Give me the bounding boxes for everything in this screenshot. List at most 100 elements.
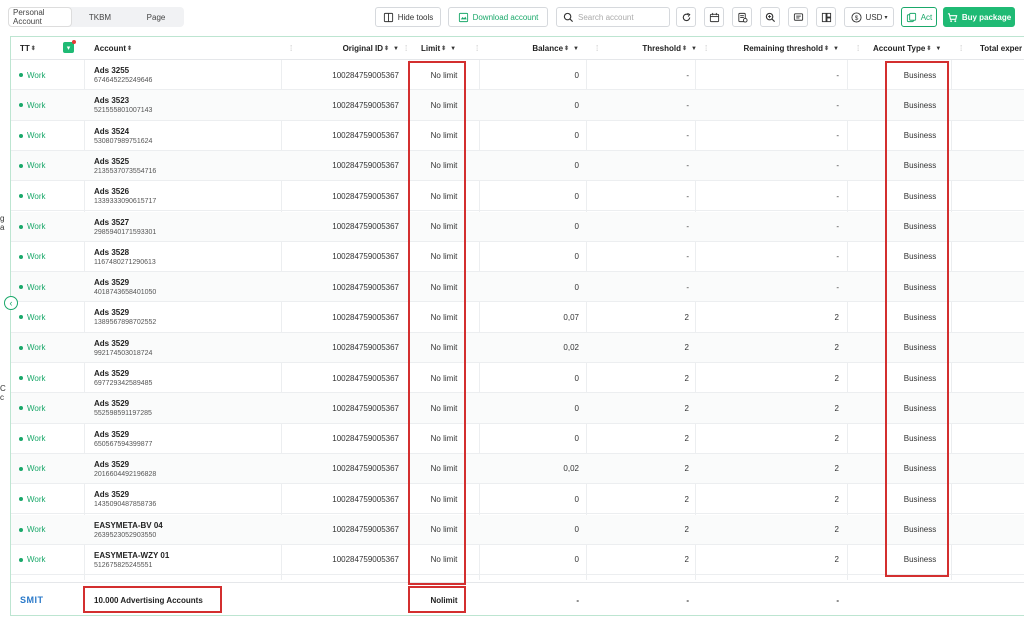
- account-cell[interactable]: Ads 3523 521555801007143: [94, 90, 152, 120]
- tab-personal-account[interactable]: Personal Account: [8, 7, 72, 27]
- table-row[interactable]: Work Ads 3524 530807989751624 1002847590…: [11, 121, 1024, 151]
- status-dot-icon: [19, 345, 23, 350]
- message-icon: [793, 12, 803, 21]
- column-resize-handle[interactable]: ⁞: [476, 44, 480, 53]
- table-row[interactable]: Work Ads 3529 992174503018724 1002847590…: [11, 332, 1024, 363]
- message-button[interactable]: [788, 7, 808, 27]
- account-cell[interactable]: EASYMETA-WZY 01 512675825245551: [94, 545, 169, 575]
- table-row[interactable]: Work Ads 3529 697729342589485 1002847590…: [11, 363, 1024, 394]
- account-cell[interactable]: Ads 3529 650567594399877: [94, 424, 152, 454]
- zoom-button[interactable]: [760, 7, 780, 27]
- table-row[interactable]: Work Ads 3527 2985940171593301 100284759…: [11, 211, 1024, 242]
- table-row[interactable]: Work Ads 3529 650567594399877 1002847590…: [11, 424, 1024, 454]
- limit-value: No limit: [430, 100, 458, 110]
- report-button[interactable]: [732, 7, 752, 27]
- account-cell[interactable]: Ads 3528 1167480271290613: [94, 242, 156, 272]
- col-tt[interactable]: TT ⬍: [20, 37, 36, 60]
- table-row[interactable]: Work Ads 3255 674645225249646 1002847590…: [11, 60, 1024, 91]
- act-label: Act: [920, 12, 933, 22]
- col-account[interactable]: Account ⬍: [94, 37, 132, 60]
- col-remaining-threshold[interactable]: Remaining threshold ⬍ ▼: [716, 37, 839, 60]
- col-threshold[interactable]: Threshold ⬍ ▼: [611, 37, 697, 60]
- copy-icon: [906, 12, 916, 22]
- table-row[interactable]: Work Ads 3529 4018743658401050 100284759…: [11, 272, 1024, 303]
- table-row[interactable]: Work EASYMETA-BV 04 2639523052903550 100…: [11, 514, 1024, 545]
- original-id: 100284759005367: [332, 312, 399, 322]
- col-original-id[interactable]: Original ID ⬍ ▼: [301, 37, 399, 60]
- calendar-button[interactable]: [704, 7, 724, 27]
- sidebar-fragment-1: g a: [0, 214, 5, 232]
- filter-badge-icon[interactable]: ▾: [63, 40, 76, 53]
- remaining-threshold-value: 2: [834, 494, 839, 504]
- original-id: 100284759005367: [332, 252, 399, 262]
- view-tabs: Personal Account TKBM Page: [8, 7, 184, 27]
- account-cell[interactable]: Ads 3529 697729342589485: [94, 363, 152, 393]
- account-cell[interactable]: Ads 3529 1435090487858736: [94, 484, 156, 514]
- calendar-icon: [709, 12, 719, 22]
- tab-page[interactable]: Page: [128, 7, 184, 27]
- account-cell[interactable]: Ads 3529 1389567898702552: [94, 302, 156, 332]
- sort-icon: ⬍: [682, 46, 688, 52]
- threshold-value: -: [686, 70, 689, 80]
- limit-value: No limit: [430, 131, 458, 141]
- status-dot-icon: [19, 254, 23, 259]
- account-type-value: Business: [903, 494, 937, 504]
- table-row[interactable]: Work Ads 3526 1339333090615717 100284759…: [11, 181, 1024, 212]
- search-input[interactable]: [578, 12, 668, 22]
- col-account-type[interactable]: Account Type ⬍ ▼: [873, 37, 941, 60]
- original-id: 100284759005367: [332, 161, 399, 171]
- hide-tools-button[interactable]: Hide tools: [375, 7, 441, 27]
- col-original-id-label: Original ID: [342, 44, 384, 53]
- column-resize-handle[interactable]: ⁞: [596, 44, 600, 53]
- download-account-button[interactable]: Download account: [448, 7, 548, 27]
- col-total-spend[interactable]: Total exper: [980, 37, 1022, 60]
- col-balance[interactable]: Balance ⬍ ▼: [491, 37, 579, 60]
- column-resize-handle[interactable]: ⁞: [405, 44, 409, 53]
- account-cell[interactable]: Ads 3529 2016604492196828: [94, 454, 156, 484]
- account-id: 1339333090615717: [94, 198, 157, 206]
- table-row[interactable]: Work Ads 3529 1389567898702552 100284759…: [11, 302, 1024, 333]
- account-cell[interactable]: Ads 3529 992174503018724: [94, 333, 152, 363]
- collapse-sidebar-button[interactable]: ‹: [4, 296, 18, 310]
- account-cell[interactable]: Ads 3527 2985940171593301: [94, 212, 156, 242]
- account-name: Ads 3529: [94, 459, 130, 469]
- table-row[interactable]: Work Ads 3525 2135537073554716 100284759…: [11, 150, 1024, 182]
- account-cell[interactable]: Ads 3255 674645225249646: [94, 60, 152, 90]
- chevron-down-icon: ▼: [573, 45, 579, 52]
- currency-select[interactable]: $ USD ▾: [844, 7, 894, 27]
- layout-button[interactable]: [816, 7, 836, 27]
- table-row[interactable]: Work Ads 3529 552598591197285 1002847590…: [11, 393, 1024, 424]
- table-row[interactable]: Work Ads 3523 521555801007143 1002847590…: [11, 90, 1024, 121]
- account-cell[interactable]: EASYMETA-BV 04 2639523052903550: [94, 515, 163, 545]
- limit-value: No limit: [430, 161, 458, 171]
- column-resize-handle[interactable]: ⁞: [705, 44, 709, 53]
- account-cell[interactable]: Ads 3524 530807989751624: [94, 121, 152, 151]
- column-resize-handle[interactable]: ⁞: [960, 44, 964, 53]
- search-box[interactable]: [556, 7, 670, 27]
- status-dot-icon: [19, 436, 23, 441]
- remaining-threshold-value: 2: [834, 312, 839, 322]
- account-type-value: Business: [903, 403, 937, 413]
- original-id: 100284759005367: [332, 222, 399, 231]
- account-type-value: Business: [903, 555, 937, 565]
- limit-value: No limit: [430, 191, 458, 201]
- status-label: Work: [27, 343, 46, 353]
- table-row[interactable]: Work Ads 3529 2016604492196828 100284759…: [11, 453, 1024, 485]
- col-limit[interactable]: Limit ⬍ ▼: [421, 37, 456, 60]
- table-row[interactable]: Work EASYMETA-WZY 01 512675825245551 100…: [11, 545, 1024, 576]
- table-row[interactable]: Work Ads 3528 1167480271290613 100284759…: [11, 242, 1024, 273]
- status-badge: Work: [19, 333, 46, 363]
- refresh-button[interactable]: [676, 7, 696, 27]
- column-resize-handle[interactable]: ⁞: [290, 44, 294, 53]
- tab-tkbm[interactable]: TKBM: [72, 7, 128, 27]
- status-dot-icon: [19, 133, 23, 138]
- table-row[interactable]: Work Ads 3529 1435090487858736 100284759…: [11, 484, 1024, 515]
- column-resize-handle[interactable]: ⁞: [857, 44, 861, 53]
- account-cell[interactable]: Ads 3529 4018743658401050: [94, 272, 156, 302]
- account-cell[interactable]: Ads 3526 1339333090615717: [94, 181, 156, 211]
- act-button[interactable]: Act: [901, 7, 937, 27]
- balance-value: 0: [574, 131, 579, 141]
- account-cell[interactable]: Ads 3525 2135537073554716: [94, 151, 156, 181]
- buy-package-button[interactable]: Buy package: [943, 7, 1015, 27]
- account-cell[interactable]: Ads 3529 552598591197285: [94, 393, 152, 423]
